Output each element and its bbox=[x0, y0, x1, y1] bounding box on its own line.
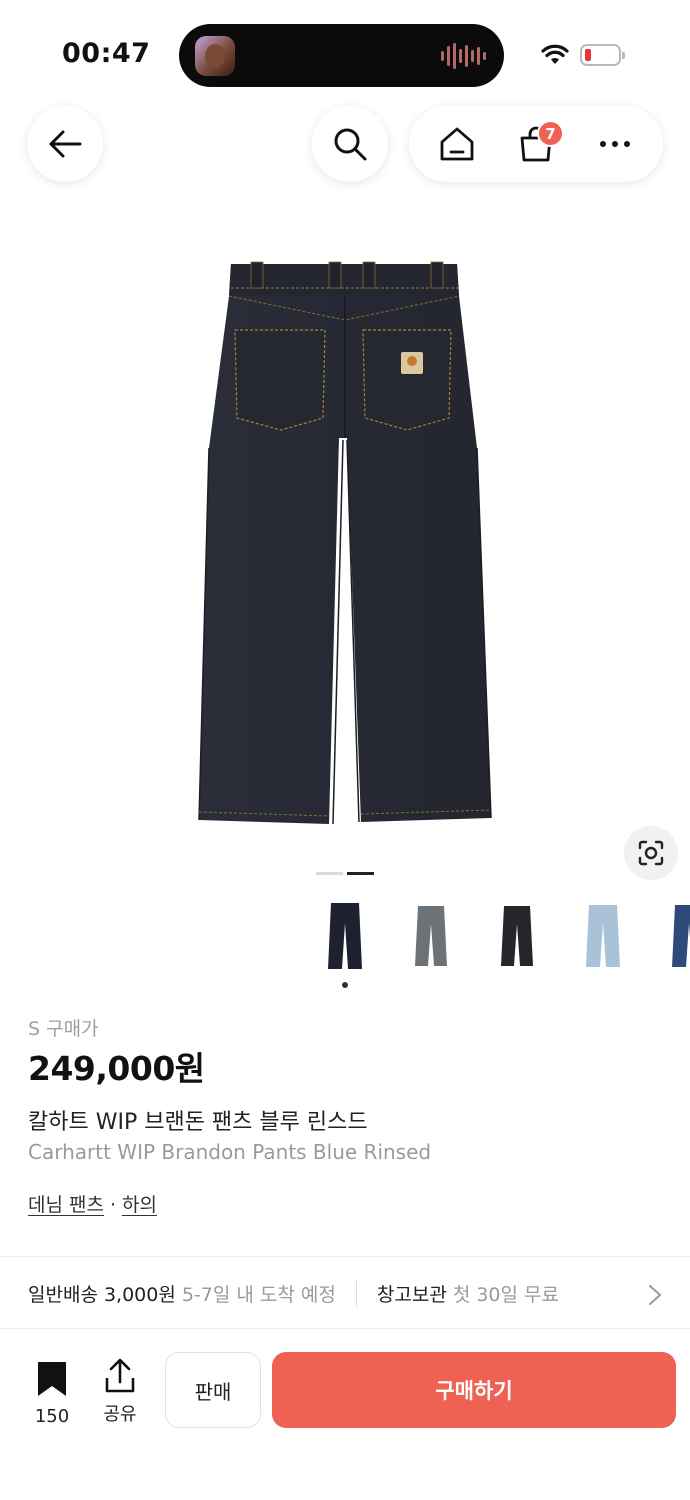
more-horizontal-icon bbox=[600, 141, 630, 147]
chevron-right-icon[interactable] bbox=[648, 1284, 662, 1306]
thumb-dark-rinsed bbox=[328, 903, 362, 969]
bookmark-icon bbox=[38, 1362, 66, 1396]
product-image[interactable] bbox=[195, 258, 495, 830]
status-bar: 00:47 bbox=[0, 0, 690, 100]
thumb-black bbox=[501, 906, 533, 966]
buy-button[interactable]: 구매하기 bbox=[272, 1352, 676, 1428]
thumb-light-blue bbox=[586, 905, 620, 967]
product-name-korean: 칼하트 WIP 브랜돈 팬츠 블루 린스드 bbox=[28, 1110, 368, 1135]
warehouse-storage-note: 첫 30일 무료 bbox=[452, 1284, 559, 1306]
selected-thumbnail-indicator bbox=[342, 982, 348, 988]
wifi-icon bbox=[541, 44, 569, 64]
dynamic-island[interactable] bbox=[179, 24, 504, 87]
thumbnail-item[interactable] bbox=[310, 896, 380, 976]
image-pager bbox=[316, 872, 374, 875]
category-separator: · bbox=[109, 1194, 117, 1216]
bookmark-button[interactable]: 150 bbox=[28, 1360, 76, 1427]
pager-segment bbox=[316, 872, 343, 875]
search-button[interactable] bbox=[312, 106, 388, 182]
thumbnail-item[interactable] bbox=[396, 896, 466, 976]
thumb-blue bbox=[672, 905, 690, 967]
sell-button[interactable]: 판매 bbox=[165, 1352, 261, 1428]
product-name-english: Carhartt WIP Brandon Pants Blue Rinsed bbox=[28, 1140, 432, 1164]
thumb-faded-vintage bbox=[415, 906, 447, 966]
bottom-action-bar: 150 공유 판매 구매하기 bbox=[0, 1332, 690, 1500]
color-thumbnail-strip[interactable] bbox=[310, 896, 690, 996]
size-price-label: S 구매가 bbox=[28, 1018, 99, 1040]
audio-wave-icon bbox=[441, 42, 486, 70]
cart-button[interactable]: 7 bbox=[508, 116, 564, 172]
divider bbox=[355, 1280, 357, 1307]
thumbnail-item[interactable] bbox=[482, 896, 552, 976]
search-icon bbox=[334, 128, 367, 161]
shipping-info-row[interactable]: 일반배송 3,000원 5-7일 내 도착 예정 창고보관 첫 30일 무료 bbox=[28, 1280, 559, 1307]
category-link-bottoms[interactable]: 하의 bbox=[122, 1194, 157, 1216]
home-icon bbox=[440, 127, 474, 161]
product-price: 249,000원 bbox=[28, 1049, 205, 1088]
category-link-denim-pants[interactable]: 데님 팬츠 bbox=[28, 1194, 104, 1216]
clock: 00:47 bbox=[62, 38, 151, 69]
now-playing-avatar bbox=[195, 36, 235, 76]
arrow-left-icon bbox=[49, 130, 82, 158]
divider bbox=[0, 1328, 690, 1329]
more-button[interactable] bbox=[587, 116, 643, 172]
battery-icon bbox=[580, 44, 625, 66]
warehouse-storage-label: 창고보관 bbox=[376, 1284, 447, 1306]
standard-shipping-eta: 5-7일 내 도착 예정 bbox=[181, 1284, 336, 1306]
thumbnail-item[interactable] bbox=[654, 896, 690, 976]
pager-segment-active bbox=[347, 872, 374, 875]
back-button[interactable] bbox=[27, 106, 103, 182]
share-icon bbox=[105, 1358, 135, 1393]
share-label: 공유 bbox=[103, 1404, 137, 1425]
category-breadcrumb: 데님 팬츠 · 하의 bbox=[28, 1190, 157, 1217]
thumbnail-item[interactable] bbox=[568, 896, 638, 976]
standard-shipping-label: 일반배송 3,000원 bbox=[28, 1284, 176, 1306]
scan-lens-icon bbox=[638, 840, 664, 866]
share-button[interactable]: 공유 bbox=[98, 1358, 142, 1426]
home-button[interactable] bbox=[429, 116, 485, 172]
nav-action-group: 7 bbox=[409, 106, 663, 182]
divider bbox=[0, 1256, 690, 1257]
bookmark-count: 150 bbox=[34, 1406, 70, 1427]
image-search-button[interactable] bbox=[624, 826, 678, 880]
cart-count-badge: 7 bbox=[537, 120, 564, 147]
